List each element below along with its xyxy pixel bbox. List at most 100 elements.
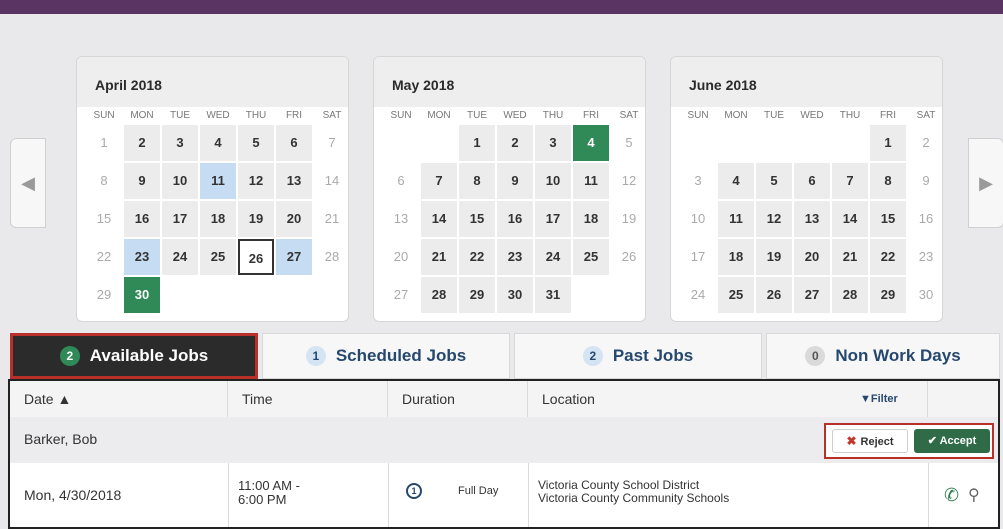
prev-month-button[interactable]: ◀ [10, 138, 46, 228]
calendar-day[interactable]: 24 [680, 277, 716, 313]
calendar-day[interactable]: 20 [383, 239, 419, 275]
calendar-day[interactable]: 25 [573, 239, 609, 275]
calendar-day[interactable]: 9 [908, 163, 942, 199]
calendar-day[interactable]: 6 [276, 125, 312, 161]
table-row[interactable]: Mon, 4/30/2018 11:00 AM -6:00 PM 1 Full … [10, 463, 998, 527]
calendar-day[interactable]: 5 [611, 125, 645, 161]
calendar-day[interactable]: 22 [86, 239, 122, 275]
calendar-day[interactable]: 23 [124, 239, 160, 275]
calendar-day[interactable]: 28 [832, 277, 868, 313]
calendar-day[interactable]: 28 [314, 239, 348, 275]
calendar-day[interactable]: 2 [908, 125, 942, 161]
calendar-day[interactable]: 8 [459, 163, 495, 199]
calendar-day[interactable]: 15 [870, 201, 906, 237]
calendar-day[interactable]: 13 [794, 201, 830, 237]
reject-button[interactable]: ✖ Reject [832, 429, 908, 453]
calendar-day[interactable]: 4 [200, 125, 236, 161]
calendar-day[interactable]: 13 [383, 201, 419, 237]
calendar-day[interactable]: 12 [611, 163, 645, 199]
calendar-day[interactable]: 3 [162, 125, 198, 161]
calendar-day[interactable]: 1 [870, 125, 906, 161]
calendar-day[interactable]: 23 [497, 239, 533, 275]
calendar-day[interactable]: 27 [383, 277, 419, 313]
tab-scheduled-jobs[interactable]: 1 Scheduled Jobs [262, 333, 510, 379]
calendar-day[interactable]: 18 [573, 201, 609, 237]
calendar-day[interactable]: 1 [459, 125, 495, 161]
calendar-day[interactable]: 20 [276, 201, 312, 237]
calendar-day[interactable]: 10 [535, 163, 571, 199]
calendar-day[interactable]: 15 [86, 201, 122, 237]
calendar-day[interactable]: 15 [459, 201, 495, 237]
calendar-day[interactable]: 8 [870, 163, 906, 199]
calendar-day[interactable]: 19 [611, 201, 645, 237]
calendar-day[interactable]: 19 [756, 239, 792, 275]
accept-button[interactable]: ✔ Accept [914, 429, 990, 453]
calendar-day[interactable]: 10 [680, 201, 716, 237]
calendar-day[interactable]: 27 [794, 277, 830, 313]
calendar-day[interactable]: 14 [421, 201, 457, 237]
tab-non-work-days[interactable]: 0 Non Work Days [766, 333, 1000, 379]
calendar-day[interactable]: 3 [680, 163, 716, 199]
calendar-day[interactable]: 9 [497, 163, 533, 199]
phone-icon[interactable]: ✆ [944, 485, 959, 506]
calendar-day[interactable]: 30 [124, 277, 160, 313]
calendar-day[interactable]: 5 [238, 125, 274, 161]
calendar-day[interactable]: 18 [200, 201, 236, 237]
calendar-day[interactable]: 4 [718, 163, 754, 199]
calendar-day[interactable]: 3 [535, 125, 571, 161]
calendar-day[interactable]: 26 [238, 239, 274, 275]
calendar-day[interactable]: 14 [832, 201, 868, 237]
calendar-day[interactable]: 12 [756, 201, 792, 237]
calendar-day[interactable]: 7 [314, 125, 348, 161]
calendar-day[interactable]: 18 [718, 239, 754, 275]
calendar-day[interactable]: 7 [832, 163, 868, 199]
calendar-day[interactable]: 11 [573, 163, 609, 199]
calendar-day[interactable]: 31 [535, 277, 571, 313]
calendar-day[interactable]: 9 [124, 163, 160, 199]
calendar-day[interactable]: 25 [718, 277, 754, 313]
calendar-day[interactable]: 26 [611, 239, 645, 275]
calendar-day[interactable]: 2 [497, 125, 533, 161]
calendar-day[interactable]: 29 [86, 277, 122, 313]
header-duration[interactable]: Duration [388, 381, 528, 417]
calendar-day[interactable]: 1 [86, 125, 122, 161]
calendar-day[interactable]: 21 [832, 239, 868, 275]
calendar-day[interactable]: 29 [870, 277, 906, 313]
calendar-day[interactable]: 29 [459, 277, 495, 313]
calendar-day[interactable]: 24 [535, 239, 571, 275]
calendar-day[interactable]: 24 [162, 239, 198, 275]
map-pin-icon[interactable]: ⚲ [968, 485, 980, 505]
header-time[interactable]: Time [228, 381, 388, 417]
calendar-day[interactable]: 20 [794, 239, 830, 275]
calendar-day[interactable]: 21 [314, 201, 348, 237]
header-date[interactable]: Date ▲ [10, 381, 228, 417]
calendar-day[interactable]: 19 [238, 201, 274, 237]
calendar-day[interactable]: 17 [680, 239, 716, 275]
calendar-day[interactable]: 17 [535, 201, 571, 237]
calendar-day[interactable]: 22 [870, 239, 906, 275]
calendar-day[interactable]: 4 [573, 125, 609, 161]
calendar-day[interactable]: 7 [421, 163, 457, 199]
calendar-day[interactable]: 17 [162, 201, 198, 237]
calendar-day[interactable]: 6 [794, 163, 830, 199]
calendar-day[interactable]: 5 [756, 163, 792, 199]
calendar-day[interactable]: 16 [124, 201, 160, 237]
calendar-day[interactable]: 6 [383, 163, 419, 199]
calendar-day[interactable]: 11 [718, 201, 754, 237]
filter-button[interactable]: ▼Filter [860, 381, 898, 417]
calendar-day[interactable]: 16 [497, 201, 533, 237]
calendar-day[interactable]: 27 [276, 239, 312, 275]
calendar-day[interactable]: 2 [124, 125, 160, 161]
calendar-day[interactable]: 21 [421, 239, 457, 275]
calendar-day[interactable]: 22 [459, 239, 495, 275]
calendar-day[interactable]: 14 [314, 163, 348, 199]
calendar-day[interactable]: 26 [756, 277, 792, 313]
calendar-day[interactable]: 30 [497, 277, 533, 313]
calendar-day[interactable]: 13 [276, 163, 312, 199]
calendar-day[interactable]: 23 [908, 239, 942, 275]
next-month-button[interactable]: ▶ [968, 138, 1003, 228]
calendar-day[interactable]: 25 [200, 239, 236, 275]
calendar-day[interactable]: 11 [200, 163, 236, 199]
tab-past-jobs[interactable]: 2 Past Jobs [514, 333, 762, 379]
calendar-day[interactable]: 12 [238, 163, 274, 199]
